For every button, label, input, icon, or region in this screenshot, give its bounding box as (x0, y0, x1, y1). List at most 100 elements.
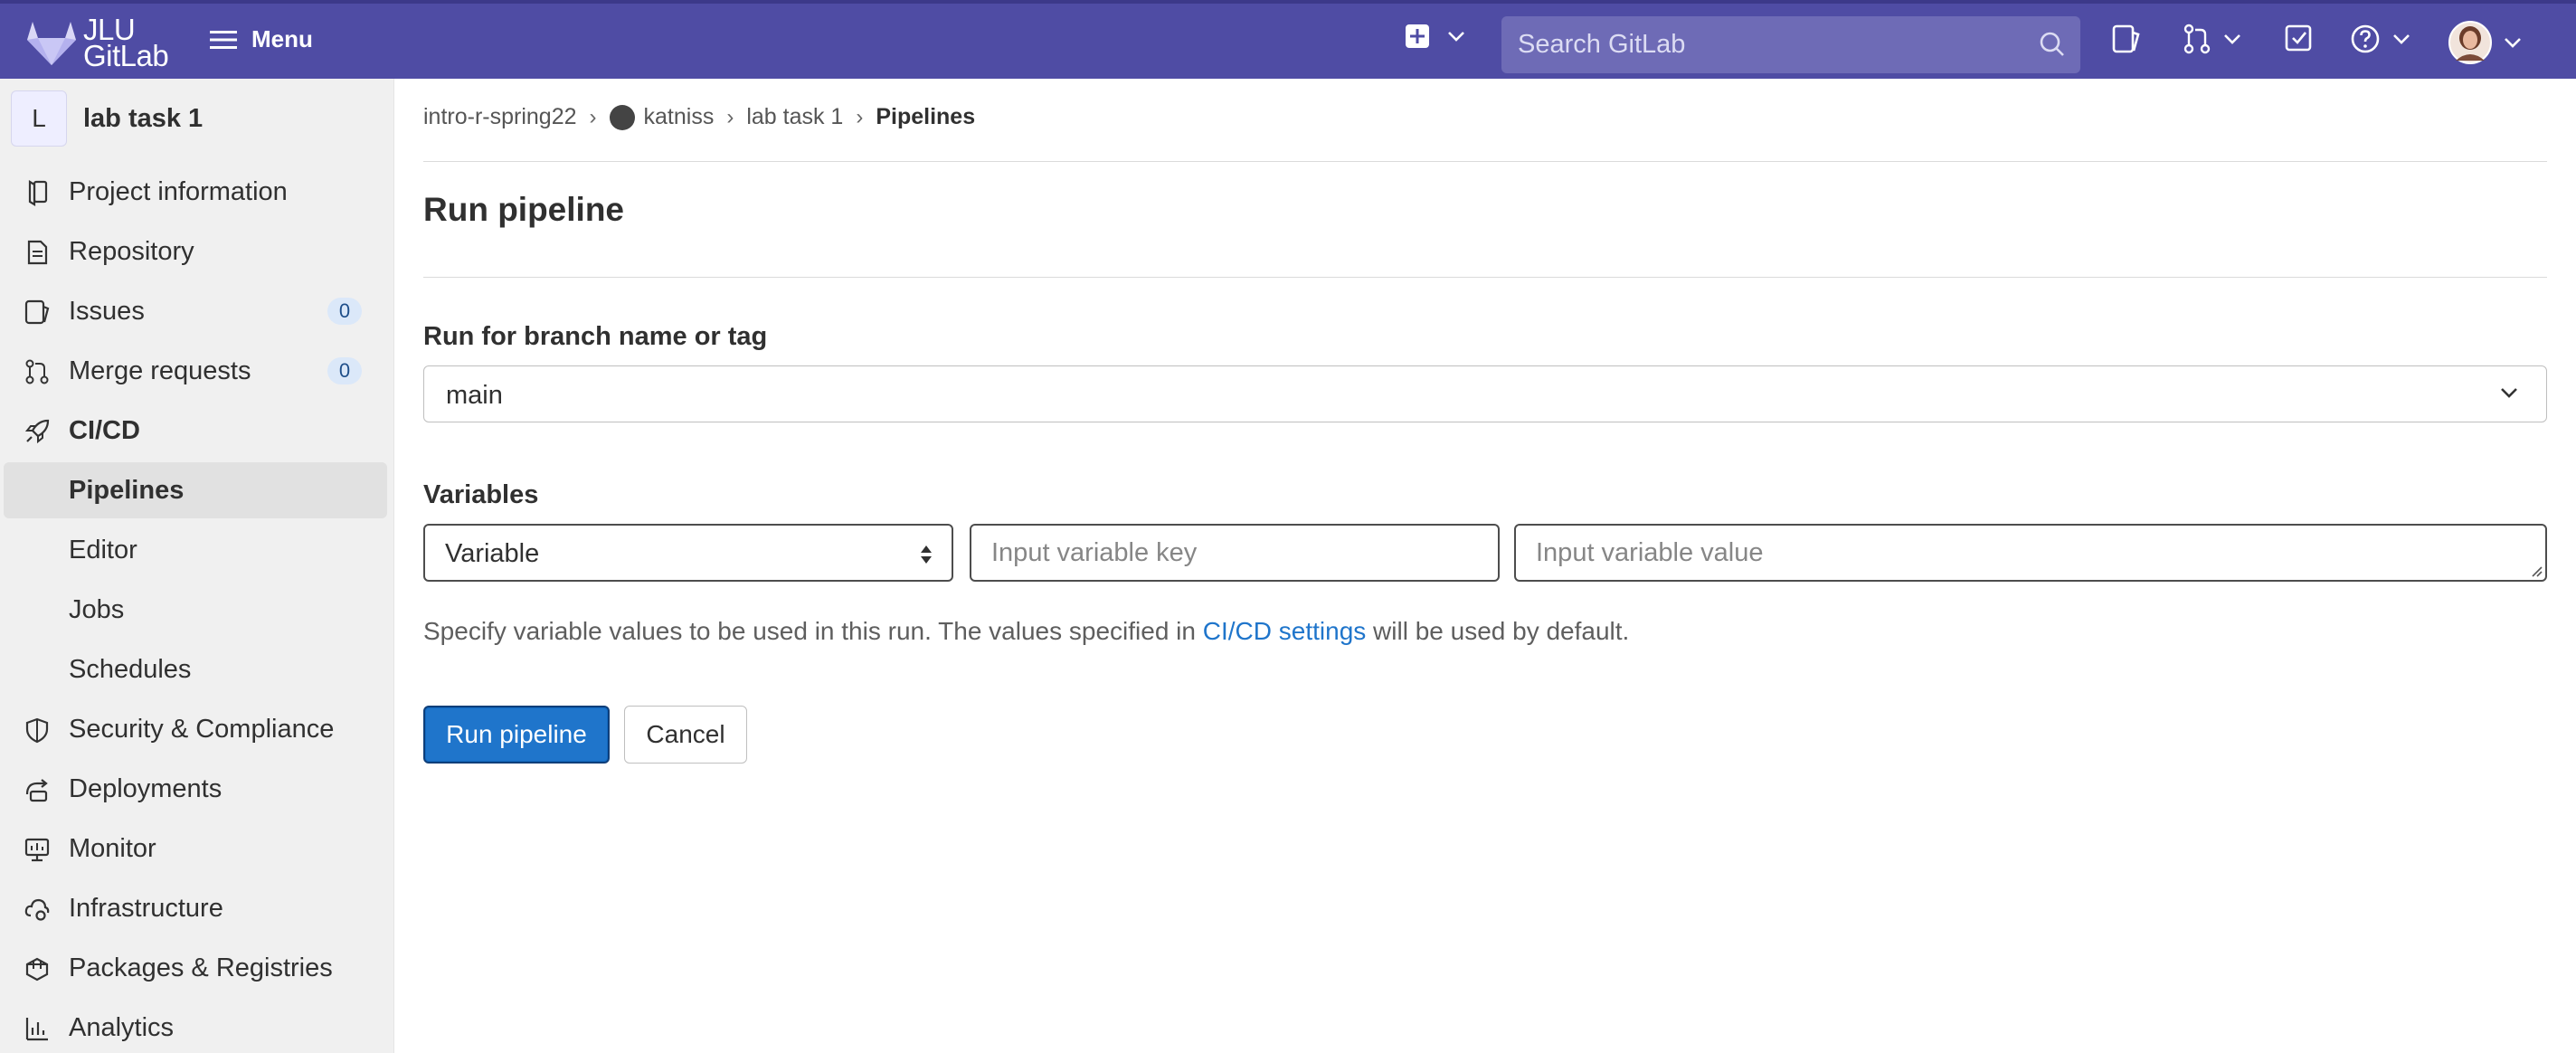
merge-request-icon (2183, 24, 2211, 54)
divider (423, 277, 2547, 278)
sidebar-item-label: Project information (69, 176, 288, 206)
rocket-icon (24, 419, 50, 444)
sidebar-item-label: Infrastructure (69, 893, 223, 923)
merge-request-icon (25, 359, 49, 384)
sidebar-item-ci-cd[interactable]: CI/CD (4, 403, 387, 459)
sidebar-item-jobs[interactable]: Jobs (4, 582, 387, 638)
menu-button[interactable]: Menu (210, 25, 313, 53)
ci-cd-settings-link[interactable]: CI/CD settings (1203, 617, 1367, 645)
chevron-down-icon (1448, 32, 1464, 42)
search-input[interactable] (1501, 16, 2080, 73)
chevron-right-icon: › (726, 104, 734, 129)
chevron-right-icon: › (856, 104, 864, 129)
todos-button[interactable] (2285, 24, 2314, 52)
sidebar-item-security-compliance[interactable]: Security & Compliance (4, 701, 387, 757)
variable-value-field[interactable] (1514, 524, 2547, 582)
merge-requests-count-badge: 0 (327, 357, 362, 384)
hamburger-icon (210, 30, 237, 49)
breadcrumb-current[interactable]: Pipelines (876, 104, 975, 130)
logo-text-line2: GitLab (83, 39, 169, 72)
variables-label: Variables (423, 480, 539, 509)
user-menu-button[interactable] (2448, 21, 2523, 64)
chevron-down-icon (2505, 38, 2521, 48)
help-dropdown-button[interactable] (2350, 24, 2411, 54)
monitor-icon (24, 838, 50, 862)
breadcrumb-user-avatar (609, 104, 635, 130)
variable-key-input[interactable] (971, 526, 1498, 580)
merge-requests-dropdown-button[interactable] (2183, 24, 2242, 54)
breadcrumb-group[interactable]: intro-r-spring22 (423, 104, 577, 130)
sidebar-item-label: Packages & Registries (69, 953, 333, 982)
sidebar-item-label: Analytics (69, 1012, 175, 1042)
breadcrumb: intro-r-spring22 › katniss › lab task 1 … (423, 104, 975, 130)
breadcrumb-project[interactable]: lab task 1 (746, 104, 843, 130)
sidebar-item-label: CI/CD (69, 415, 140, 445)
gitlab-logo[interactable]: JLU GitLab (25, 14, 169, 72)
sidebar-item-issues[interactable]: Issues 0 (4, 283, 387, 339)
branch-select[interactable]: main (423, 365, 2547, 422)
issues-shortcut-button[interactable] (2112, 24, 2141, 54)
menu-label: Menu (251, 25, 313, 52)
sidebar-item-label: Merge requests (69, 356, 251, 385)
branch-value: main (446, 381, 503, 410)
sidebar-item-editor[interactable]: Editor (4, 522, 387, 578)
branch-label: Run for branch name or tag (423, 322, 768, 351)
top-header: JLU GitLab Menu (0, 0, 2576, 79)
gitlab-tanuki-icon (27, 22, 76, 65)
sidebar-item-monitor[interactable]: Monitor (4, 821, 387, 877)
chevron-down-icon (2393, 34, 2410, 44)
sidebar-item-label: Pipelines (69, 475, 185, 505)
sidebar-item-infrastructure[interactable]: Infrastructure (4, 880, 387, 936)
run-pipeline-button[interactable]: Run pipeline (423, 706, 610, 764)
chart-icon (25, 1018, 48, 1041)
project-avatar: L (11, 90, 67, 147)
issues-icon (2112, 24, 2140, 53)
sidebar: L lab task 1 Project information Reposit… (0, 79, 394, 1053)
sidebar-item-label: Security & Compliance (69, 714, 335, 744)
cloud-gear-icon (24, 898, 50, 921)
project-info-icon (28, 180, 48, 206)
chevron-down-icon (2224, 34, 2240, 44)
sidebar-project-header[interactable]: L lab task 1 (11, 90, 203, 147)
search-box[interactable] (1501, 16, 2080, 73)
sidebar-item-pipelines[interactable]: Pipelines (4, 462, 387, 518)
sidebar-item-label: Repository (69, 236, 194, 266)
sidebar-item-packages-registries[interactable]: Packages & Registries (4, 940, 387, 996)
sidebar-item-repository[interactable]: Repository (4, 223, 387, 280)
sidebar-item-analytics[interactable]: Analytics (4, 1000, 387, 1053)
help-text-after: will be used by default. (1366, 617, 1630, 645)
package-icon (25, 957, 49, 982)
sidebar-item-schedules[interactable]: Schedules (4, 641, 387, 697)
todo-icon (2285, 24, 2312, 52)
sidebar-item-project-information[interactable]: Project information (4, 164, 387, 220)
page-title: Run pipeline (423, 191, 624, 228)
user-avatar (2448, 21, 2492, 64)
sidebar-item-label: Monitor (69, 833, 156, 863)
sort-arrows-icon (921, 545, 932, 564)
deployments-icon (25, 779, 48, 802)
help-icon (2351, 24, 2380, 53)
issues-icon (24, 299, 50, 325)
project-name: lab task 1 (83, 103, 204, 133)
plus-square-icon (1406, 24, 1429, 48)
variable-key-field[interactable] (970, 524, 1500, 582)
sidebar-item-merge-requests[interactable]: Merge requests 0 (4, 343, 387, 399)
sidebar-item-label: Schedules (69, 654, 192, 684)
sidebar-item-label: Deployments (69, 773, 223, 803)
new-dropdown-button[interactable] (1405, 24, 1466, 49)
breadcrumb-user[interactable]: katniss (644, 104, 715, 130)
sidebar-item-label: Editor (69, 535, 137, 564)
help-text-before: Specify variable values to be used in th… (423, 617, 1203, 645)
variable-type-select[interactable]: Variable (423, 524, 953, 582)
resize-handle-icon[interactable] (2530, 564, 2543, 577)
chevron-right-icon: › (589, 104, 597, 129)
search-icon (2040, 32, 2064, 56)
chevron-down-icon (2501, 388, 2517, 398)
sidebar-item-label: Issues (69, 296, 145, 326)
sidebar-item-label: Jobs (69, 594, 125, 624)
issues-count-badge: 0 (327, 298, 362, 325)
variable-value-input[interactable] (1516, 526, 2545, 580)
cancel-button[interactable]: Cancel (624, 706, 747, 764)
sidebar-item-deployments[interactable]: Deployments (4, 761, 387, 817)
shield-icon (25, 717, 49, 744)
